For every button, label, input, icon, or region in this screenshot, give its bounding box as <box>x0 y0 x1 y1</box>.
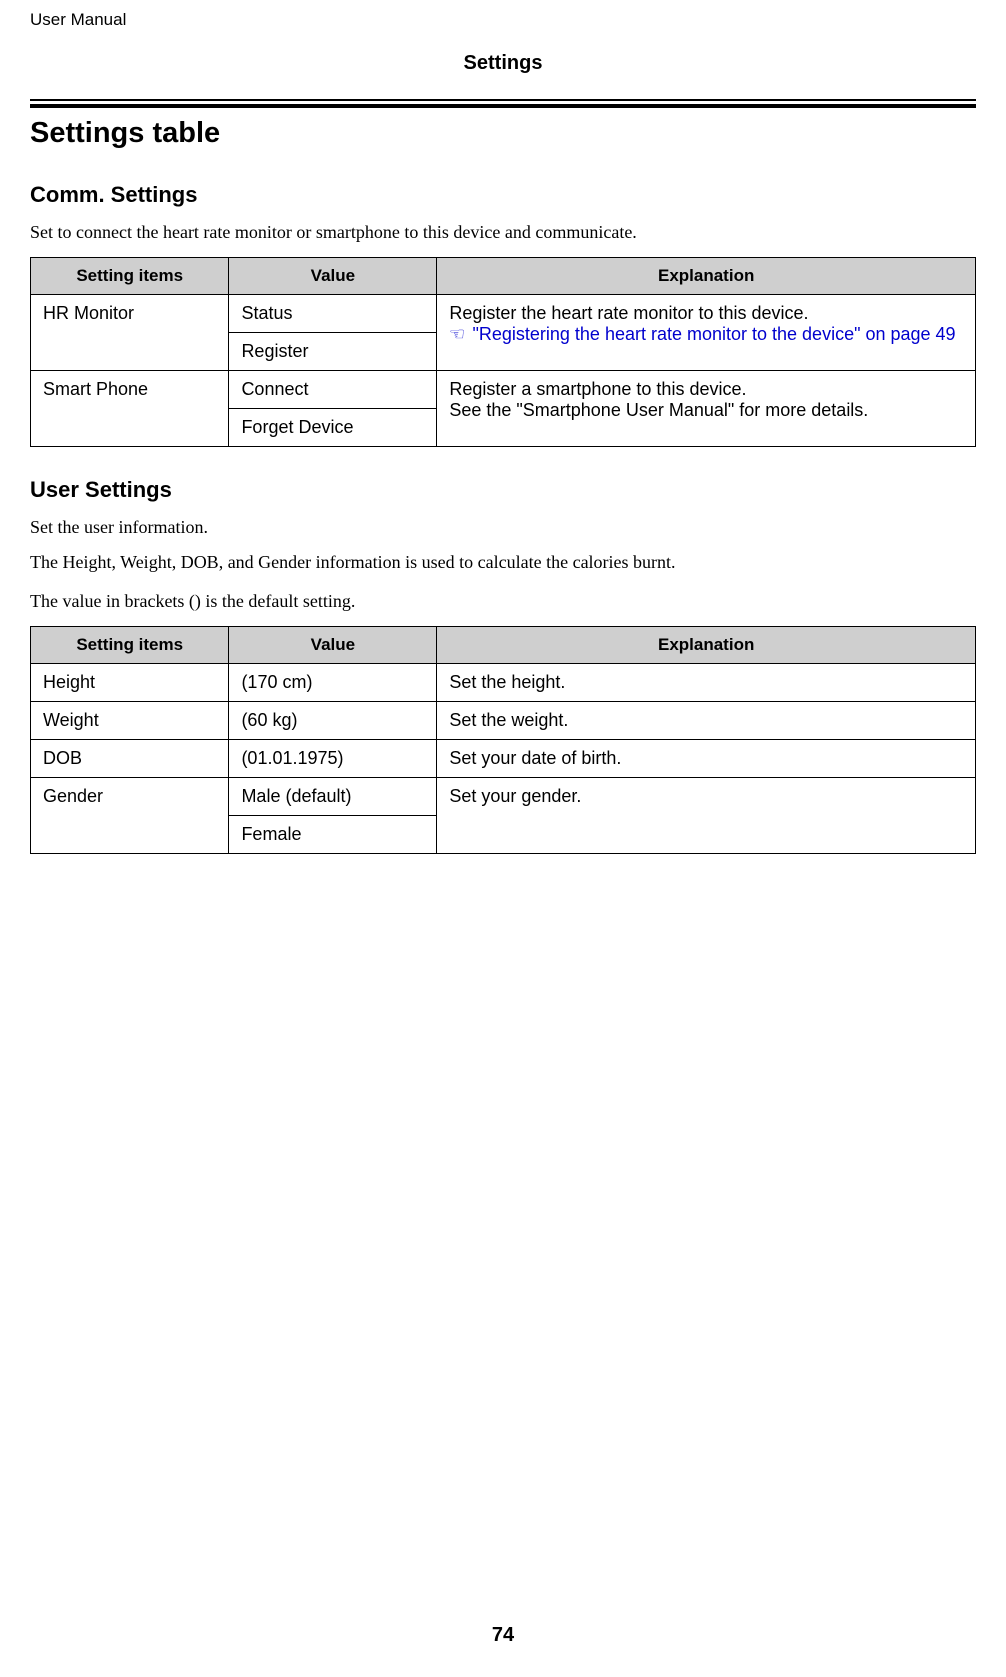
table-row: DOB (01.01.1975) Set your date of birth. <box>31 740 976 778</box>
cross-reference-text: "Registering the heart rate monitor to t… <box>472 324 955 344</box>
cell-hr-monitor-item: HR Monitor <box>31 295 229 371</box>
col-header-value: Value <box>229 258 437 295</box>
user-settings-table: Setting items Value Explanation Height (… <box>30 626 976 854</box>
cell-dob-item: DOB <box>31 740 229 778</box>
cell-gender-value-male: Male (default) <box>229 778 437 816</box>
cell-smartphone-value-forget: Forget Device <box>229 409 437 447</box>
col-header-items: Setting items <box>31 627 229 664</box>
table-header-row: Setting items Value Explanation <box>31 258 976 295</box>
cell-gender-value-female: Female <box>229 816 437 854</box>
col-header-items: Setting items <box>31 258 229 295</box>
col-header-explanation: Explanation <box>437 627 976 664</box>
cell-hr-monitor-value-status: Status <box>229 295 437 333</box>
cell-smartphone-value-connect: Connect <box>229 371 437 409</box>
col-header-value: Value <box>229 627 437 664</box>
cell-hr-monitor-value-register: Register <box>229 333 437 371</box>
comm-settings-table: Setting items Value Explanation HR Monit… <box>30 257 976 447</box>
cell-dob-value: (01.01.1975) <box>229 740 437 778</box>
cell-gender-explanation: Set your gender. <box>437 778 976 854</box>
user-intro-text-2: The Height, Weight, DOB, and Gender info… <box>30 552 976 573</box>
cell-smartphone-item: Smart Phone <box>31 371 229 447</box>
user-intro-text-3: The value in brackets () is the default … <box>30 591 976 612</box>
cell-height-value: (170 cm) <box>229 664 437 702</box>
horizontal-rule <box>30 99 976 107</box>
col-header-explanation: Explanation <box>437 258 976 295</box>
table-row: Smart Phone Connect Register a smartphon… <box>31 371 976 409</box>
cell-smartphone-explanation: Register a smartphone to this device. Se… <box>437 371 976 447</box>
cell-gender-item: Gender <box>31 778 229 854</box>
chapter-title: Settings <box>30 52 976 75</box>
cross-reference-link[interactable]: ☞ "Registering the heart rate monitor to… <box>449 324 955 344</box>
table-row: Weight (60 kg) Set the weight. <box>31 702 976 740</box>
subsection-heading-user-settings: User Settings <box>30 477 976 503</box>
running-header: User Manual <box>30 10 976 30</box>
smartphone-explanation-line2: See the "Smartphone User Manual" for mor… <box>449 400 868 420</box>
cell-height-explanation: Set the height. <box>437 664 976 702</box>
page-number: 74 <box>0 1624 1006 1647</box>
section-heading-settings-table: Settings table <box>30 117 976 150</box>
pointing-hand-icon: ☞ <box>449 324 465 345</box>
table-row: HR Monitor Status Register the heart rat… <box>31 295 976 333</box>
cell-weight-value: (60 kg) <box>229 702 437 740</box>
cell-dob-explanation: Set your date of birth. <box>437 740 976 778</box>
table-row: Height (170 cm) Set the height. <box>31 664 976 702</box>
user-intro-text-1: Set the user information. <box>30 517 976 538</box>
cell-weight-item: Weight <box>31 702 229 740</box>
hr-monitor-explanation-line1: Register the heart rate monitor to this … <box>449 303 808 323</box>
table-header-row: Setting items Value Explanation <box>31 627 976 664</box>
smartphone-explanation-line1: Register a smartphone to this device. <box>449 379 746 399</box>
cell-hr-monitor-explanation: Register the heart rate monitor to this … <box>437 295 976 371</box>
cell-weight-explanation: Set the weight. <box>437 702 976 740</box>
comm-intro-text: Set to connect the heart rate monitor or… <box>30 222 976 243</box>
table-row: Gender Male (default) Set your gender. <box>31 778 976 816</box>
cell-height-item: Height <box>31 664 229 702</box>
subsection-heading-comm-settings: Comm. Settings <box>30 182 976 208</box>
